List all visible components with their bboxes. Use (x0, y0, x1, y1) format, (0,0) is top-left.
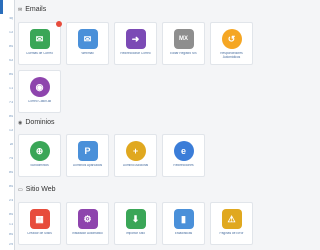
tile-email-accounts[interactable]: ✉ Cuentas de Correo (18, 21, 62, 65)
tile-autoresponders[interactable]: ↺ Respondedores Automáticos (210, 22, 253, 65)
tile-import-site[interactable]: ⬇ Importar Sitio (114, 202, 157, 245)
tile-redirects[interactable]: e Redirecciones (162, 134, 205, 177)
tile-auto-installer[interactable]: ⚙ Instalador Automático (66, 202, 109, 245)
tile-statistics[interactable]: ▮ Estadísticas (162, 202, 205, 245)
section-title-domains: ◉ Dominios (18, 119, 55, 126)
tile-label: Redireccionar Correo (120, 52, 151, 55)
tile-webmail[interactable]: ✉ Webmail (66, 22, 109, 65)
import-site-icon: ⬇ (125, 209, 146, 229)
sidebar-item[interactable]: 1.1 (0, 222, 13, 226)
section-title-website: ▭ Sitio Web (18, 186, 56, 193)
tile-label: Webmail (81, 52, 94, 55)
catch-all-icon: ◉ (29, 77, 50, 97)
webmail-icon: ✉ (77, 29, 98, 49)
sidebar-item[interactable]: 1.2 (0, 128, 13, 132)
tile-label: Subdominios (30, 164, 49, 167)
tile-site-builder[interactable]: ▦ Creador de Sitios (18, 202, 61, 245)
tile-label: Cuentas de Correo (26, 52, 53, 55)
sidebar-item[interactable]: 0% (0, 44, 13, 48)
notification-badge (56, 21, 62, 27)
parked-domain-icon: P (77, 141, 98, 161)
site-builder-icon: ▦ (29, 209, 50, 229)
sidebar-active-indicator (0, 0, 3, 14)
sidebar-item[interactable]: 9.2 (0, 58, 13, 62)
sidebar-item[interactable]: 0% (0, 72, 13, 76)
sidebar-item[interactable]: 2.3 (0, 198, 13, 202)
tile-label: Importar Sitio (126, 232, 145, 235)
left-sidebar: 3Q 1.2 0% 9.2 0% 1.1 7.4 0% 1.2 22 7.9 0% 0% 2.3 0% 1.1… (0, 0, 15, 250)
statistics-icon: ▮ (173, 209, 194, 229)
tile-label: Estadísticas (174, 232, 193, 235)
tile-label: Instalador Automático (72, 232, 103, 235)
forwarder-icon: ➜ (125, 29, 146, 49)
tile-label: Páginas de Error (219, 232, 244, 235)
envelope-icon: ✉ (18, 6, 23, 13)
tile-label: Dominio Adicional (122, 164, 149, 167)
subdomain-icon: ⊕ (29, 141, 50, 161)
tile-addon-domain[interactable]: + Dominio Adicional (114, 134, 157, 177)
auto-installer-icon: ⚙ (77, 209, 98, 229)
tile-label: Creador de Sitios (27, 232, 52, 235)
tile-label: Dominios Aparcados (72, 164, 103, 167)
sidebar-item[interactable]: 7.9 (0, 156, 13, 160)
sidebar-item[interactable]: 3Q (0, 16, 13, 20)
sidebar-item[interactable]: 22 (0, 142, 13, 146)
tile-label: Respondedores Automáticos (220, 52, 243, 59)
section-title-website-label: Sitio Web (25, 186, 56, 193)
sidebar-item[interactable]: 0% (0, 114, 13, 118)
sidebar-item[interactable]: 0% (0, 184, 13, 188)
tile-catch-all[interactable]: ◉ Correo Catch-all (18, 70, 61, 113)
tile-forwarders[interactable]: ➜ Redireccionar Correo (114, 22, 157, 65)
sidebar-item[interactable]: 1.2 (0, 30, 13, 34)
tile-label: Correo Catch-all (27, 100, 52, 103)
section-title-emails: ✉ Emails (18, 6, 46, 13)
section-title-emails-label: Emails (25, 6, 47, 13)
tile-subdomains[interactable]: ⊕ Subdominios (18, 134, 61, 177)
mail-inbox-icon: ✉ (29, 29, 50, 49)
section-title-domains-label: Dominios (25, 119, 55, 126)
monitor-icon: ▭ (18, 186, 23, 193)
redirect-icon: e (173, 141, 194, 161)
mx-record-icon: MX (173, 29, 194, 49)
sidebar-item[interactable]: 0% (0, 212, 13, 216)
autoresponder-icon: ↺ (221, 29, 242, 49)
tile-label: Redirecciones (173, 164, 194, 167)
tile-error-pages[interactable]: ⚠ Páginas de Error (210, 202, 253, 245)
sidebar-item[interactable]: 0% (0, 232, 13, 236)
globe-icon: ◉ (18, 119, 23, 126)
sidebar-item[interactable]: 1.1 (0, 86, 13, 90)
sidebar-item[interactable]: 2.5 (0, 242, 13, 246)
sidebar-item[interactable]: 0% (0, 170, 13, 174)
sidebar-item[interactable]: 7.4 (0, 100, 13, 104)
tile-mx-record[interactable]: MX Editar Registro MX (162, 22, 205, 65)
tile-label: Editar Registro MX (170, 52, 197, 55)
tile-parked-domains[interactable]: P Dominios Aparcados (66, 134, 109, 177)
error-pages-icon: ⚠ (221, 209, 242, 229)
addon-domain-icon: + (125, 141, 146, 161)
